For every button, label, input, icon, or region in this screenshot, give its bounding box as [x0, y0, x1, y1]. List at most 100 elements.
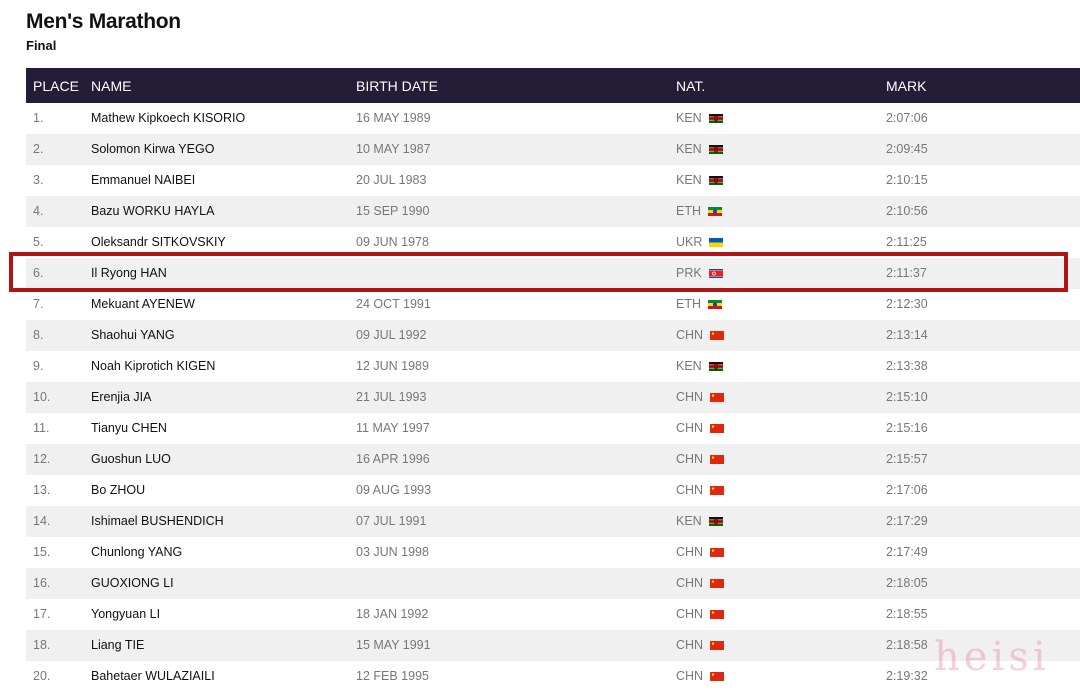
athlete-name-link[interactable]: Bazu WORKU HAYLA	[91, 204, 214, 218]
table-row[interactable]: 20. Bahetaer WULAZIAILI 12 FEB 1995 CHN 2:19…	[26, 661, 1080, 692]
birth-date-cell: 21 JUL 1993	[356, 390, 427, 404]
nationality-code: ETH	[676, 204, 701, 218]
place-cell: 5.	[33, 235, 44, 249]
athlete-name-link[interactable]: Noah Kiprotich KIGEN	[91, 359, 215, 373]
nationality-cell: KEN	[676, 514, 723, 528]
birth-date-cell: 15 SEP 1990	[356, 204, 430, 218]
table-row[interactable]: 16. GUOXIONG LI CHN 2:18:05	[26, 568, 1080, 599]
athlete-name-link[interactable]: GUOXIONG LI	[91, 576, 174, 590]
nationality-code: CHN	[676, 452, 704, 466]
table-row[interactable]: 18. Liang TIE 15 MAY 1991 CHN 2:18:58	[26, 630, 1080, 661]
china-flag-icon	[710, 608, 725, 619]
table-row[interactable]: 1. Mathew Kipkoech KISORIO 16 MAY 1989 KEN 2…	[26, 103, 1080, 134]
kenya-flag-icon	[708, 112, 723, 123]
table-row[interactable]: 14. Ishimael BUSHENDICH 07 JUL 1991 KEN 2:17…	[26, 506, 1080, 537]
nationality-cell: KEN	[676, 359, 723, 373]
birth-date-cell: 09 JUL 1992	[356, 328, 427, 342]
athlete-name-link[interactable]: Mathew Kipkoech KISORIO	[91, 111, 245, 125]
china-flag-icon	[710, 639, 725, 650]
place-cell: 15.	[33, 545, 51, 559]
place-cell: 12.	[33, 452, 51, 466]
nationality-code: KEN	[676, 514, 702, 528]
nationality-cell: KEN	[676, 173, 723, 187]
nationality-cell: CHN	[676, 638, 725, 652]
table-row[interactable]: 9. Noah Kiprotich KIGEN 12 JUN 1989 KEN 2:13…	[26, 351, 1080, 382]
place-cell: 8.	[33, 328, 44, 342]
athlete-name-link[interactable]: Erenjia JIA	[91, 390, 151, 404]
kenya-flag-icon	[708, 143, 723, 154]
column-header-mark[interactable]: MARK	[886, 78, 926, 94]
table-row[interactable]: 7. Mekuant AYENEW 24 OCT 1991 ETH 2:12:30	[26, 289, 1080, 320]
birth-date-cell: 16 MAY 1989	[356, 111, 431, 125]
ethiopia-flag-icon	[708, 205, 722, 216]
athlete-name-link[interactable]: Oleksandr SITKOVSKIY	[91, 235, 226, 249]
china-flag-icon	[710, 670, 725, 681]
nationality-cell: KEN	[676, 142, 723, 156]
birth-date-cell: 24 OCT 1991	[356, 297, 431, 311]
birth-date-cell: 15 MAY 1991	[356, 638, 431, 652]
table-row[interactable]: 10. Erenjia JIA 21 JUL 1993 CHN 2:15:10	[26, 382, 1080, 413]
athlete-name-link[interactable]: Liang TIE	[91, 638, 144, 652]
birth-date-cell: 11 MAY 1997	[356, 421, 430, 435]
nationality-cell: CHN	[676, 669, 725, 683]
athlete-name-link[interactable]: Solomon Kirwa YEGO	[91, 142, 214, 156]
table-row[interactable]: 8. Shaohui YANG 09 JUL 1992 CHN 2:13:14	[26, 320, 1080, 351]
athlete-name-link[interactable]: Shaohui YANG	[91, 328, 175, 342]
table-row[interactable]: 15. Chunlong YANG 03 JUN 1998 CHN 2:17:49	[26, 537, 1080, 568]
mark-cell: 2:18:05	[886, 576, 928, 590]
mark-cell: 2:12:30	[886, 297, 928, 311]
nationality-cell: CHN	[676, 452, 725, 466]
place-cell: 4.	[33, 204, 44, 218]
nationality-cell: CHN	[676, 545, 725, 559]
mark-cell: 2:13:14	[886, 328, 928, 342]
birth-date-cell: 03 JUN 1998	[356, 545, 429, 559]
mark-cell: 2:17:06	[886, 483, 928, 497]
nationality-code: KEN	[676, 173, 702, 187]
nationality-code: CHN	[676, 328, 704, 342]
kenya-flag-icon	[708, 360, 723, 371]
column-header-nationality[interactable]: NAT.	[676, 78, 705, 94]
table-row[interactable]: 3. Emmanuel NAIBEI 20 JUL 1983 KEN 2:10:15	[26, 165, 1080, 196]
column-header-birth-date[interactable]: BIRTH DATE	[356, 78, 438, 94]
place-cell: 3.	[33, 173, 44, 187]
nationality-cell: ETH	[676, 204, 722, 218]
table-row[interactable]: 5. Oleksandr SITKOVSKIY 09 JUN 1978 UKR 2:11…	[26, 227, 1080, 258]
athlete-name-link[interactable]: Tianyu CHEN	[91, 421, 167, 435]
table-row[interactable]: 6. Il Ryong HAN PRK 2:11:37	[26, 258, 1080, 289]
athlete-name-link[interactable]: Il Ryong HAN	[91, 266, 167, 280]
mark-cell: 2:07:06	[886, 111, 928, 125]
table-row[interactable]: 11. Tianyu CHEN 11 MAY 1997 CHN 2:15:16	[26, 413, 1080, 444]
nationality-code: CHN	[676, 669, 704, 683]
table-row[interactable]: 4. Bazu WORKU HAYLA 15 SEP 1990 ETH 2:10:56	[26, 196, 1080, 227]
athlete-name-link[interactable]: Mekuant AYENEW	[91, 297, 195, 311]
table-row[interactable]: 17. Yongyuan LI 18 JAN 1992 CHN 2:18:55	[26, 599, 1080, 630]
mark-cell: 2:18:55	[886, 607, 928, 621]
table-row[interactable]: 12. Guoshun LUO 16 APR 1996 CHN 2:15:57	[26, 444, 1080, 475]
birth-date-cell: 09 AUG 1993	[356, 483, 432, 497]
table-row[interactable]: 13. Bo ZHOU 09 AUG 1993 CHN 2:17:06	[26, 475, 1080, 506]
place-cell: 16.	[33, 576, 51, 590]
mark-cell: 2:19:32	[886, 669, 928, 683]
nationality-code: ETH	[676, 297, 701, 311]
athlete-name-link[interactable]: Chunlong YANG	[91, 545, 182, 559]
nationality-code: CHN	[676, 607, 704, 621]
athlete-name-link[interactable]: Yongyuan LI	[91, 607, 160, 621]
column-header-name[interactable]: NAME	[91, 78, 131, 94]
table-row[interactable]: 2. Solomon Kirwa YEGO 10 MAY 1987 KEN 2:09:4…	[26, 134, 1080, 165]
page-subtitle: Final	[26, 38, 57, 53]
birth-date-cell: 20 JUL 1983	[356, 173, 427, 187]
china-flag-icon	[710, 453, 725, 464]
mark-cell: 2:11:37	[886, 266, 927, 280]
mark-cell: 2:15:10	[886, 390, 928, 404]
nationality-cell: CHN	[676, 607, 725, 621]
nationality-cell: ETH	[676, 297, 722, 311]
athlete-name-link[interactable]: Guoshun LUO	[91, 452, 171, 466]
ukraine-flag-icon	[709, 236, 724, 247]
nationality-cell: CHN	[676, 483, 725, 497]
athlete-name-link[interactable]: Bahetaer WULAZIAILI	[91, 669, 215, 683]
place-cell: 10.	[33, 390, 51, 404]
athlete-name-link[interactable]: Emmanuel NAIBEI	[91, 173, 195, 187]
athlete-name-link[interactable]: Ishimael BUSHENDICH	[91, 514, 224, 528]
athlete-name-link[interactable]: Bo ZHOU	[91, 483, 145, 497]
column-header-place[interactable]: PLACE	[33, 78, 79, 94]
